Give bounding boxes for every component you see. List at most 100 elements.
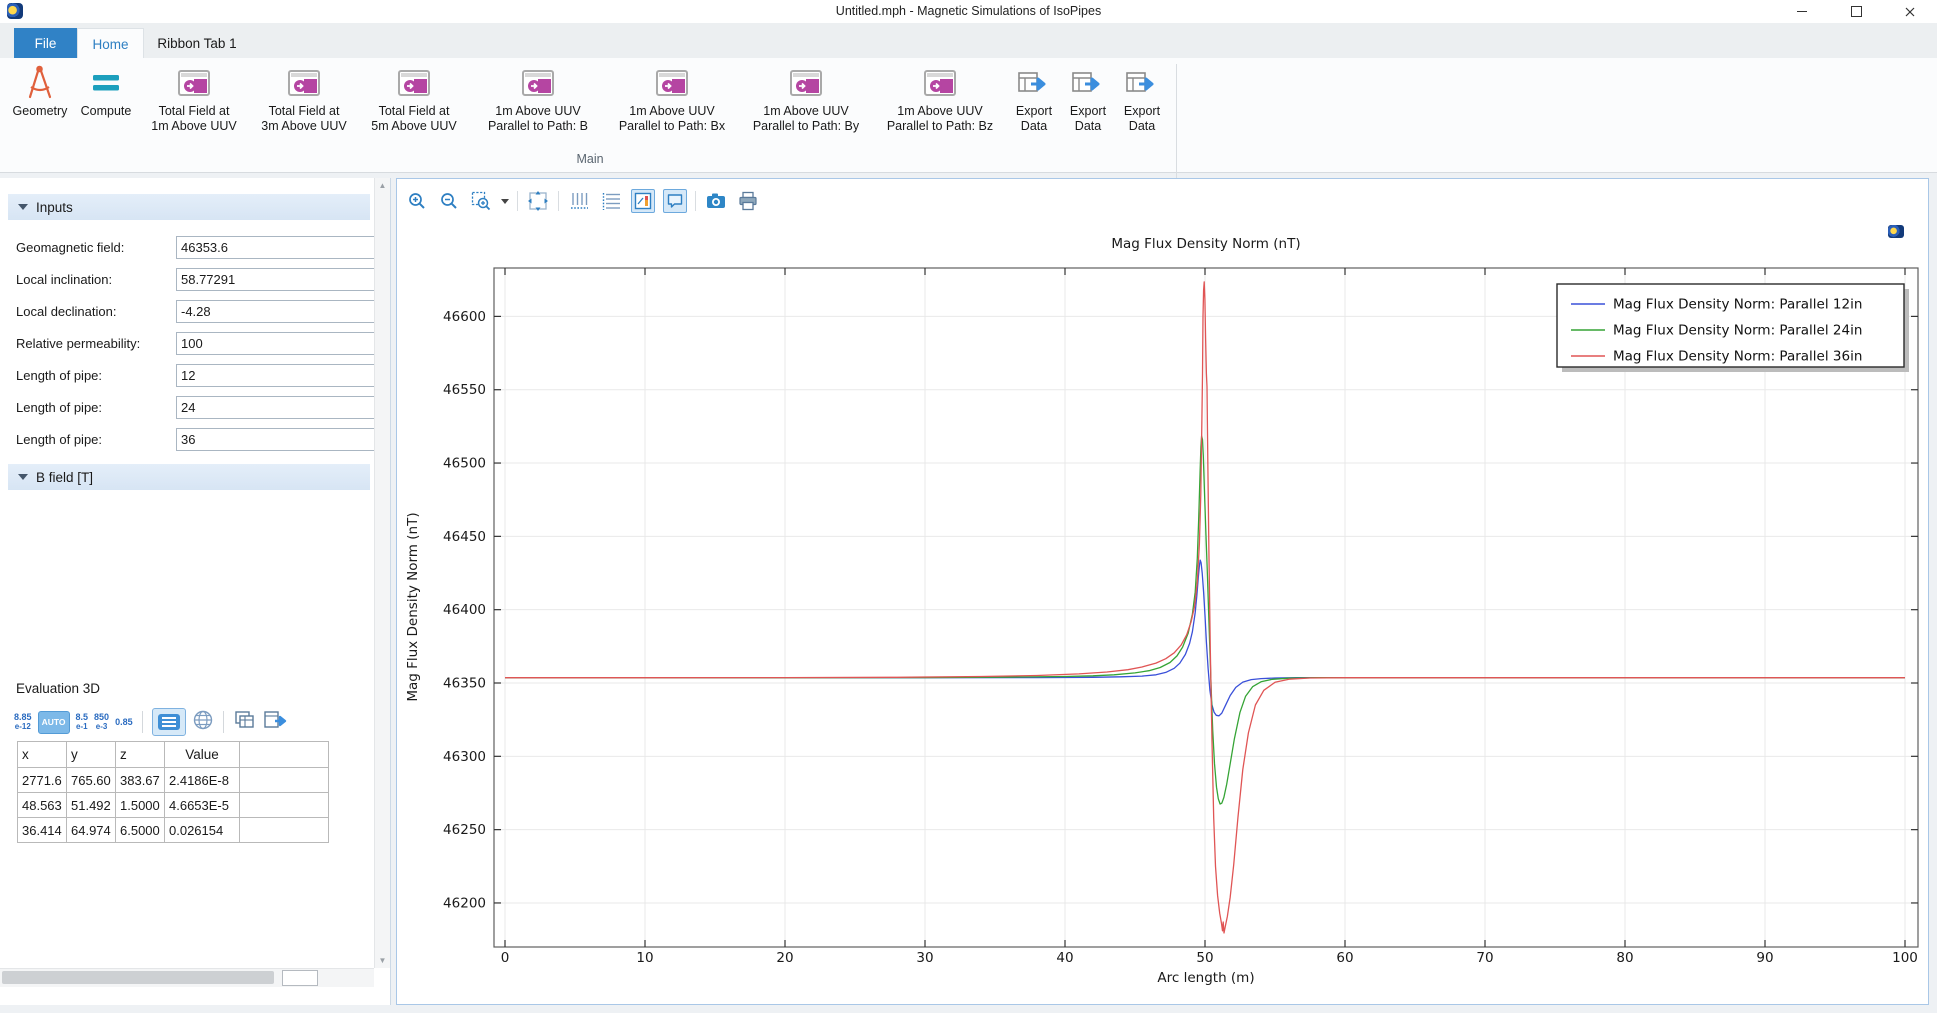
y-grid-button[interactable] [599, 189, 623, 213]
plot-window-icon [250, 62, 358, 104]
copy-table-button[interactable] [233, 709, 257, 736]
svg-text:46350: 46350 [443, 676, 486, 692]
pipe-length-36-input[interactable] [176, 428, 376, 451]
local-declination-input[interactable] [176, 300, 376, 323]
evaluation-results-table: x y z Value 2771.6 765.60 383.67 2.4186E… [17, 741, 329, 843]
title-bar: Untitled.mph - Magnetic Simulations of I… [0, 0, 1937, 24]
svg-text:0: 0 [501, 950, 510, 966]
svg-text:70: 70 [1476, 950, 1493, 966]
export-data-icon [1116, 62, 1168, 104]
vertical-scrollbar[interactable]: ▲ ▼ [374, 178, 390, 968]
zoom-dropdown-caret-icon[interactable] [501, 199, 509, 204]
svg-text:46550: 46550 [443, 382, 486, 398]
show-table-toggle[interactable] [152, 708, 186, 736]
show-legends-toggle[interactable] [631, 189, 655, 213]
si-units-button[interactable]: 8.85e-12 [14, 713, 32, 731]
zoom-box-button[interactable] [469, 189, 493, 213]
zoom-extents-button[interactable] [526, 189, 550, 213]
plot-total-field-3m-button[interactable]: Total Field at3m Above UUV [250, 62, 358, 162]
image-snapshot-button[interactable] [704, 189, 728, 213]
maximize-button[interactable] [1829, 0, 1883, 23]
tab-ribbon-tab-1[interactable]: Ribbon Tab 1 [142, 28, 252, 58]
svg-text:Mag Flux Density Norm: Paralle: Mag Flux Density Norm: Parallel 24in [1613, 323, 1862, 339]
svg-text:50: 50 [1196, 950, 1213, 966]
svg-text:40: 40 [1056, 950, 1073, 966]
svg-text:20: 20 [776, 950, 793, 966]
relative-permeability-input[interactable] [176, 332, 376, 355]
svg-text:10: 10 [636, 950, 653, 966]
export-data-button-3[interactable]: ExportData [1116, 62, 1168, 162]
tab-file[interactable]: File [14, 28, 77, 58]
field-row-pipe-36: Length of pipe: [0, 428, 390, 451]
pipe-length-24-input[interactable] [176, 396, 376, 419]
plot-parallel-path-bz-button[interactable]: 1m Above UUVParallel to Path: Bz [874, 62, 1006, 162]
table-row[interactable]: 2771.6 765.60 383.67 2.4186E-8 [18, 768, 329, 793]
decimal-notation-button[interactable]: 0.85 [115, 718, 133, 727]
minimize-button[interactable] [1775, 0, 1829, 23]
svg-text:80: 80 [1616, 950, 1633, 966]
zoom-out-button[interactable] [437, 189, 461, 213]
print-button[interactable] [736, 189, 760, 213]
tab-home[interactable]: Home [77, 28, 144, 59]
pipe-length-12-input[interactable] [176, 364, 376, 387]
svg-text:46400: 46400 [443, 602, 486, 618]
plot-total-field-5m-button[interactable]: Total Field at5m Above UUV [360, 62, 468, 162]
svg-text:46500: 46500 [443, 456, 486, 472]
svg-text:Mag Flux Density Norm (nT): Mag Flux Density Norm (nT) [405, 512, 421, 701]
geometry-button[interactable]: Geometry [8, 62, 72, 162]
ribbon-tab-strip: File Home Ribbon Tab 1 [0, 23, 1937, 58]
field-row-pipe-24: Length of pipe: [0, 396, 390, 419]
auto-notation-button[interactable]: AUTO [38, 711, 70, 734]
application-window: { "window": { "title": "Untitled.mph - M… [0, 0, 1937, 1013]
x-grid-button[interactable] [567, 189, 591, 213]
plot-window-icon [606, 62, 738, 104]
plot-parallel-path-b-button[interactable]: 1m Above UUVParallel to Path: B [472, 62, 604, 162]
geometry-compass-icon [8, 62, 72, 104]
compute-equals-icon [76, 62, 136, 104]
ribbon: Geometry Compute Total Field at1m Above … [0, 58, 1937, 173]
close-button[interactable] [1883, 0, 1937, 23]
export-data-icon [1062, 62, 1114, 104]
table-row[interactable]: 48.563 51.492 1.5000 4.6653E-5 [18, 793, 329, 818]
globe-units-button[interactable] [192, 709, 214, 736]
plot-group-icon[interactable] [1888, 225, 1904, 238]
settings-panel: Inputs Geomagnetic field: Local inclinat… [0, 178, 391, 1005]
export-data-button-2[interactable]: ExportData [1062, 62, 1114, 162]
scientific-notation-button[interactable]: 8.5e-1 [76, 713, 89, 731]
toolbar-separator [695, 191, 696, 211]
svg-text:30: 30 [916, 950, 933, 966]
chart-canvas[interactable]: 0102030405060708090100462004625046300463… [397, 179, 1928, 1004]
field-row-declination: Local declination: [0, 300, 390, 323]
svg-text:46250: 46250 [443, 822, 486, 838]
table-icon [158, 714, 180, 730]
export-table-button[interactable] [263, 709, 289, 736]
engineering-notation-button[interactable]: 850e-3 [94, 713, 109, 731]
compute-button[interactable]: Compute [76, 62, 136, 162]
field-row-geomagnetic: Geomagnetic field: [0, 236, 390, 259]
plot-window-icon [360, 62, 468, 104]
svg-text:Mag Flux Density Norm: Paralle: Mag Flux Density Norm: Parallel 12in [1613, 297, 1862, 313]
plot-window-icon [740, 62, 872, 104]
table-row[interactable]: 36.414 64.974 6.5000 0.026154 [18, 818, 329, 843]
plot-total-field-1m-button[interactable]: Total Field at1m Above UUV [140, 62, 248, 162]
inputs-section-header[interactable]: Inputs [8, 194, 370, 220]
toolbar-separator [558, 191, 559, 211]
plot-window-icon [874, 62, 1006, 104]
minimize-icon [1797, 11, 1807, 12]
scrollbar-thumb[interactable] [2, 971, 274, 984]
export-data-button-1[interactable]: ExportData [1008, 62, 1060, 162]
field-row-inclination: Local inclination: [0, 268, 390, 291]
zoom-in-button[interactable] [405, 189, 429, 213]
plot-tooltip-toggle[interactable] [663, 189, 687, 213]
bfield-section-header[interactable]: B field [T] [8, 464, 370, 490]
horizontal-scrollbar[interactable] [0, 968, 374, 987]
plot-parallel-path-by-button[interactable]: 1m Above UUVParallel to Path: By [740, 62, 872, 162]
plot-parallel-path-bx-button[interactable]: 1m Above UUVParallel to Path: Bx [606, 62, 738, 162]
local-inclination-input[interactable] [176, 268, 376, 291]
toolbar-separator [517, 191, 518, 211]
geomagnetic-field-input[interactable] [176, 236, 376, 259]
svg-text:60: 60 [1336, 950, 1353, 966]
scroll-down-icon[interactable]: ▼ [375, 953, 390, 968]
scroll-up-icon[interactable]: ▲ [375, 178, 390, 193]
plot-window-icon [140, 62, 248, 104]
